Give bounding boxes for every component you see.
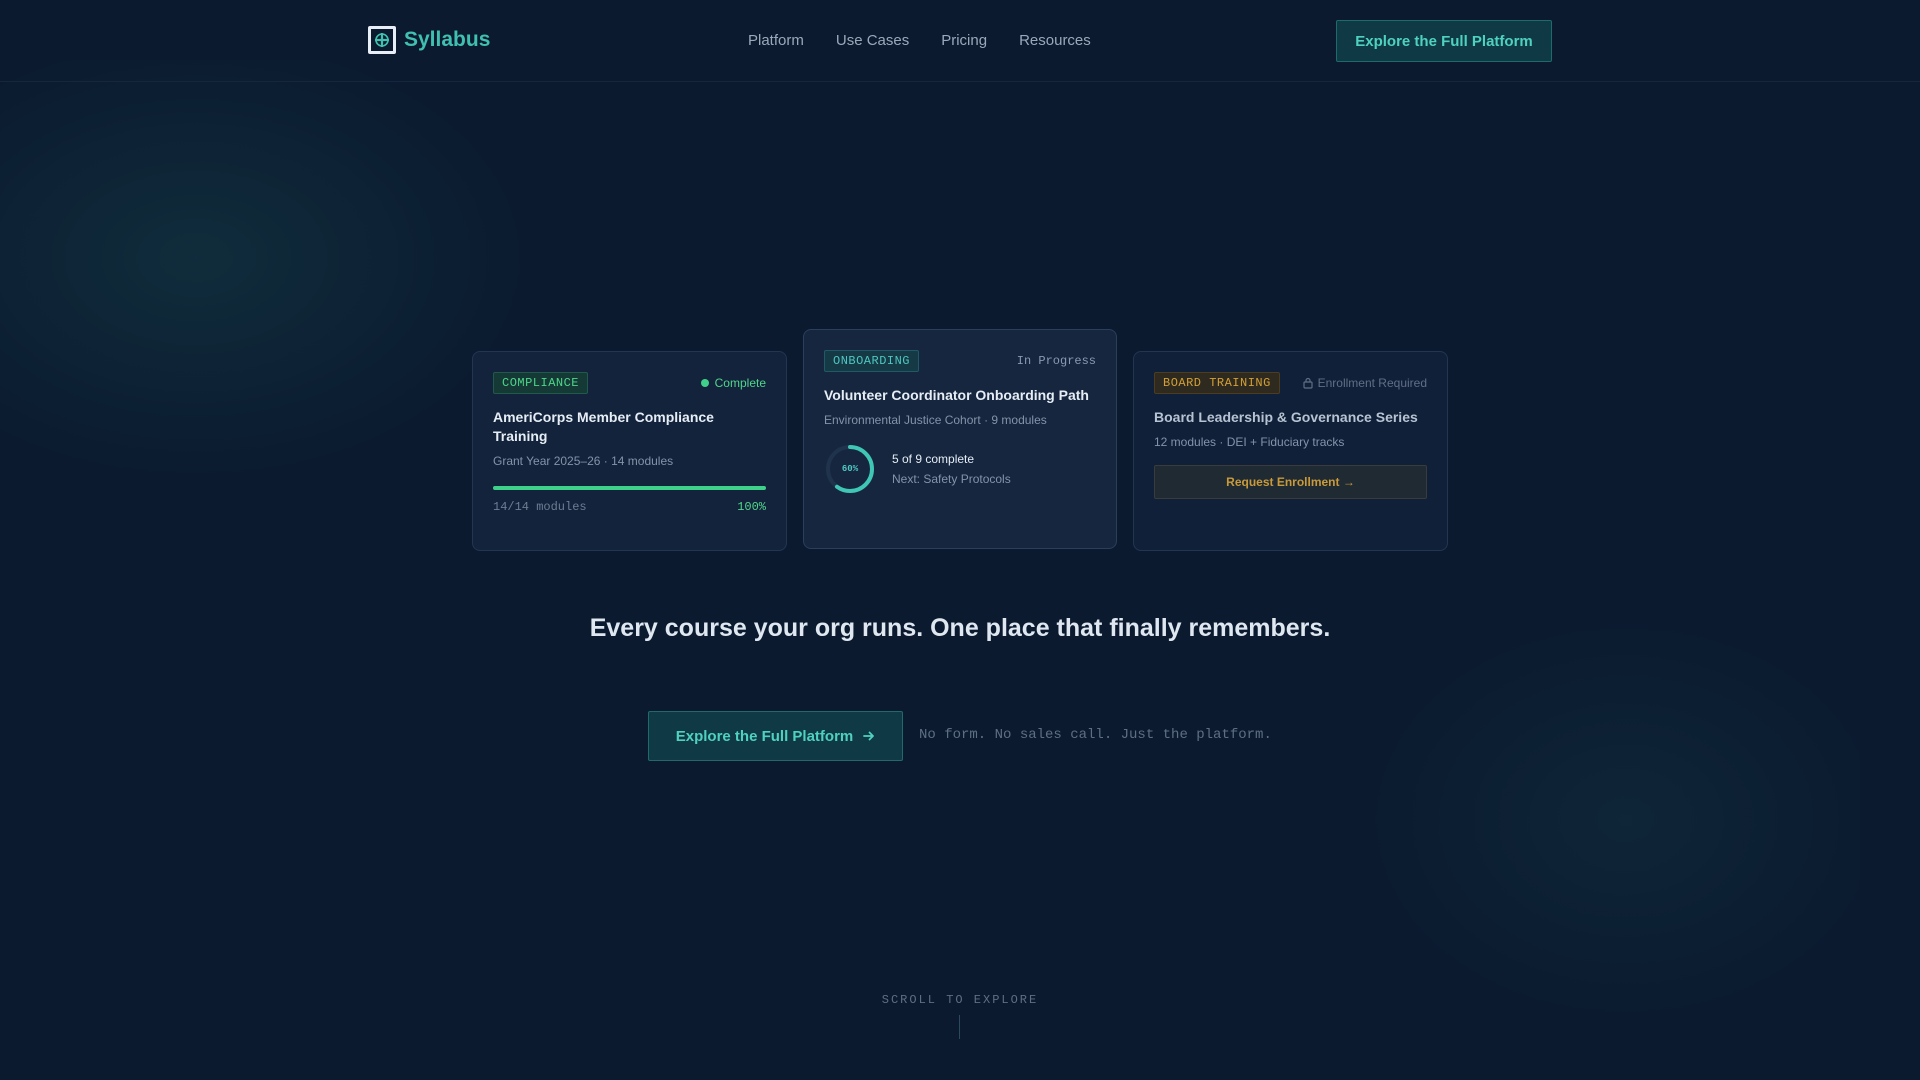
top-navigation: Syllabus Platform Use Cases Pricing Reso… <box>0 0 1920 82</box>
hero-explore-button[interactable]: Explore the Full Platform <box>648 711 903 761</box>
logo-icon <box>368 26 396 54</box>
nav-explore-button[interactable]: Explore the Full Platform <box>1336 20 1552 62</box>
course-meta: Grant Year 2025–26 · 14 modules <box>493 454 674 468</box>
brand-logo[interactable]: Syllabus <box>368 26 490 54</box>
status-dot-icon <box>700 379 709 387</box>
status-text: Enrollment Required <box>1317 376 1427 390</box>
scroll-indicator-line <box>959 1015 960 1039</box>
nav-link-pricing[interactable]: Pricing <box>941 32 987 49</box>
hero-explore-label: Explore the Full Platform <box>675 727 854 745</box>
course-meta: 12 modules · DEI + Fiduciary tracks <box>1154 435 1345 449</box>
arrow-right-icon <box>863 731 875 741</box>
hero-headline: Every course your org runs. One place th… <box>589 614 1331 642</box>
category-tag: BOARD TRAINING <box>1154 372 1280 394</box>
background-glow-right <box>1340 600 1860 1040</box>
category-tag: ONBOARDING <box>824 350 920 372</box>
progress-bar-fill <box>493 486 766 490</box>
progress-percent: 100% <box>737 500 766 514</box>
nav-link-use-cases[interactable]: Use Cases <box>836 32 909 49</box>
request-enrollment-button[interactable]: Request Enrollment → <box>1154 465 1427 499</box>
course-card-board-training[interactable]: BOARD TRAINING Enrollment Required Board… <box>1133 351 1448 551</box>
progress-modules: 14/14 modules <box>493 500 587 514</box>
brand-name: Syllabus <box>404 28 491 51</box>
scroll-hint: SCROLL TO EXPLORE <box>881 993 1039 1007</box>
progress-ring: 60% <box>824 443 876 495</box>
course-card-compliance[interactable]: COMPLIANCE Complete AmeriCorps Member Co… <box>472 351 787 551</box>
course-card-onboarding[interactable]: ONBOARDING In Progress Volunteer Coordin… <box>803 329 1117 549</box>
nav-link-platform[interactable]: Platform <box>748 32 804 49</box>
course-title: AmeriCorps Member Compliance Training <box>493 409 714 444</box>
course-title: Volunteer Coordinator Onboarding Path <box>824 387 1089 403</box>
progress-ring-label: 60% <box>841 464 859 474</box>
status-badge: Enrollment Required <box>1303 376 1427 390</box>
course-meta: Environmental Justice Cohort · 9 modules <box>824 413 1047 427</box>
status-text: In Progress <box>1016 354 1096 368</box>
nav-links: Platform Use Cases Pricing Resources <box>748 32 1091 49</box>
category-tag: COMPLIANCE <box>493 372 589 394</box>
next-module: Next: Safety Protocols <box>892 472 1011 486</box>
lock-icon <box>1303 377 1313 389</box>
progress-count: 5 of 9 complete <box>892 452 975 466</box>
status-text: Complete <box>714 376 766 390</box>
status-badge: Complete <box>700 376 766 390</box>
progress-bar <box>493 486 766 490</box>
nav-link-resources[interactable]: Resources <box>1019 32 1091 49</box>
course-title: Board Leadership & Governance Series <box>1154 409 1418 425</box>
hero-note: No form. No sales call. Just the platfor… <box>919 727 1272 743</box>
